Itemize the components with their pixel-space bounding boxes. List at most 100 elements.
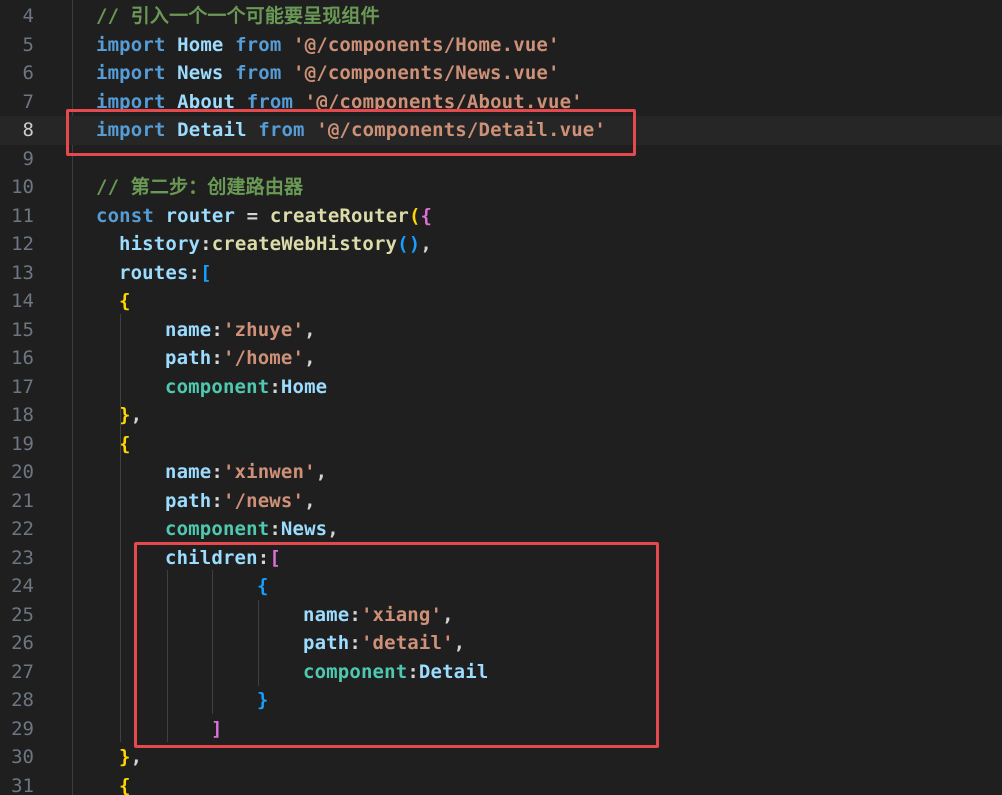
code-line[interactable]: 11 const router = createRouter({ [0,202,1002,231]
code-line[interactable]: 19{ [0,430,1002,459]
code-token: , [304,489,316,512]
line-number[interactable]: 20 [0,458,34,487]
code-token: , [130,746,143,768]
code-token: , [304,318,316,341]
line-content[interactable]: import Home from '@/components/Home.vue' [96,31,560,60]
code-line[interactable]: 22 component:News, [0,515,1002,544]
line-content[interactable]: const router = createRouter({ [96,202,432,231]
code-line[interactable]: 4 // 引入一个一个可能要呈现组件 [0,2,1002,31]
code-token: component [165,375,270,398]
code-token: import [96,62,166,84]
code-token: createWebHistory [211,233,398,255]
line-content[interactable]: { [119,287,131,316]
code-line[interactable]: 15 name:'zhuye', [0,316,1002,345]
line-content[interactable]: name:'xinwen', [165,458,327,487]
line-content[interactable]: component:Home [165,373,327,402]
code-line[interactable]: 10 // 第二步：创建路由器 [0,173,1002,202]
code-line[interactable]: 14 { [0,287,1002,316]
line-content[interactable]: name:'zhuye', [165,316,316,345]
code-token: { [119,774,131,795]
line-number[interactable]: 30 [0,743,34,772]
code-token: : [211,461,223,483]
line-number[interactable]: 6 [0,59,34,88]
code-token: News [177,62,224,84]
line-number[interactable]: 29 [0,715,34,744]
line-number[interactable]: 31 [0,772,34,795]
line-number[interactable]: 27 [0,658,34,687]
code-token: News [280,518,328,540]
code-token: '/home' [222,347,305,369]
code-token: : [200,233,212,255]
line-number[interactable]: 11 [0,202,34,231]
code-line[interactable]: 5 import Home from '@/components/Home.vue… [0,31,1002,60]
line-number[interactable]: 23 [0,544,34,573]
code-token: '@/components/Home.vue' [293,33,560,56]
code-line[interactable]: 21 path:'/news', [0,487,1002,516]
code-line[interactable]: 20 name:'xinwen', [0,458,1002,487]
indent-guide [120,314,121,742]
code-token: { [119,290,131,312]
line-number[interactable]: 12 [0,230,34,259]
line-content[interactable]: // 引入一个一个可能要呈现组件 [96,2,380,31]
line-content[interactable]: path:'/news', [165,487,316,516]
line-content[interactable]: routes:[ [119,259,212,288]
line-content[interactable]: history:createWebHistory(), [119,230,432,259]
line-number[interactable]: 26 [0,629,34,658]
code-token: [ [200,261,212,284]
line-number[interactable]: 8 [0,116,34,145]
line-number[interactable]: 7 [0,88,34,117]
code-token: Home [280,375,328,398]
line-number[interactable]: 28 [0,686,34,715]
line-number[interactable]: 22 [0,515,34,544]
line-content[interactable]: path:'/home', [165,344,316,373]
code-line[interactable]: 12 history:createWebHistory(), [0,230,1002,259]
line-number[interactable]: 24 [0,572,34,601]
code-line[interactable]: 13 routes:[ [0,259,1002,288]
code-token: , [420,233,432,255]
code-token: : [211,318,223,341]
code-token: : [269,518,281,540]
code-line[interactable]: 6 import News from '@/components/News.vue… [0,59,1002,88]
line-content[interactable]: }, [119,401,142,430]
line-number[interactable]: 9 [0,145,34,174]
line-number[interactable]: 14 [0,287,34,316]
line-content[interactable]: { [119,772,131,795]
code-token: from [235,62,282,84]
line-content[interactable]: // 第二步：创建路由器 [96,173,303,202]
line-number[interactable]: 15 [0,316,34,345]
line-number[interactable]: 17 [0,373,34,402]
line-content[interactable]: component:News, [165,515,339,544]
line-number[interactable]: 25 [0,601,34,630]
highlight-box-import-detail [66,109,636,156]
code-token: = [235,204,270,227]
line-number[interactable]: 21 [0,487,34,516]
code-token: } [119,746,131,768]
line-number[interactable]: 13 [0,259,34,288]
line-content[interactable]: import News from '@/components/News.vue' [96,59,560,88]
line-number[interactable]: 4 [0,2,34,31]
code-token: import [96,33,166,56]
code-line[interactable]: 31 { [0,772,1002,795]
line-number[interactable]: 10 [0,173,34,202]
code-editor[interactable]: 4 // 引入一个一个可能要呈现组件 5 import Home from '@/co… [0,0,1002,795]
code-token: : [211,347,223,369]
code-token: '/news' [222,489,305,512]
code-token: from [235,33,282,56]
code-token: // 引入一个一个可能要呈现组件 [96,5,380,27]
code-token: name [165,461,212,483]
code-line[interactable]: 16 path:'/home', [0,344,1002,373]
highlight-box-children-routes [134,542,659,748]
line-number[interactable]: 19 [0,430,34,459]
code-line[interactable]: 17 component:Home [0,373,1002,402]
line-number[interactable]: 18 [0,401,34,430]
code-token: path [165,489,212,512]
line-number[interactable]: 5 [0,31,34,60]
code-token: , [304,347,316,369]
code-line[interactable]: 18}, [0,401,1002,430]
code-token: : [211,489,223,512]
line-number[interactable]: 16 [0,344,34,373]
